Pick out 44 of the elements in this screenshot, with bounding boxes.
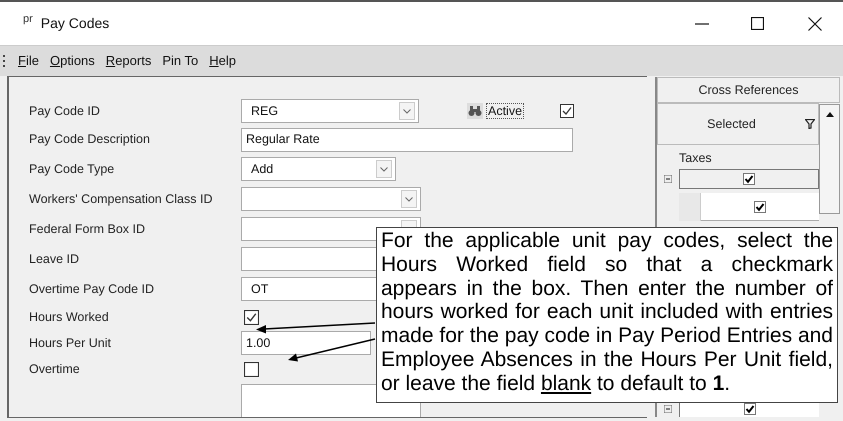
caret-icon: [403, 108, 411, 114]
field-label: Workers' Compensation Class ID: [29, 190, 214, 208]
window-title: Pay Codes: [40, 14, 110, 33]
menu-item[interactable]: Reports: [104, 51, 154, 71]
checkbox[interactable]: [560, 104, 574, 118]
menu-item[interactable]: File: [16, 51, 41, 71]
panel-header: Cross References: [657, 77, 840, 103]
field-label: Pay Code ID: [29, 102, 101, 120]
checkbox[interactable]: [754, 200, 766, 212]
field-label: Overtime: [29, 360, 81, 378]
input-field[interactable]: 1.00: [241, 331, 371, 355]
up-arrow-icon[interactable]: [826, 112, 834, 117]
grip-icon: [3, 55, 6, 67]
filter-header[interactable]: Selected: [657, 103, 819, 145]
collapse-icon[interactable]: [664, 404, 672, 412]
field-label: Pay Code Type: [29, 160, 116, 178]
field-label: Pay Code Description: [29, 131, 151, 148]
field-label: Leave ID: [29, 250, 80, 268]
field-label: Hours Per Unit: [29, 334, 112, 352]
app-icon: pr: [23, 11, 33, 28]
close-icon[interactable]: [808, 16, 822, 30]
checkbox[interactable]: [744, 402, 756, 414]
menu-item[interactable]: Options: [48, 51, 97, 71]
caret-icon: [405, 196, 413, 202]
checkbox-label: Active: [486, 103, 524, 119]
caret-icon: [380, 166, 388, 172]
menu-item[interactable]: Pin To: [160, 51, 200, 71]
filter-icon[interactable]: [805, 119, 815, 129]
checkbox[interactable]: [743, 173, 755, 185]
collapse-icon[interactable]: [664, 175, 672, 183]
field-label: Hours Worked: [29, 308, 110, 326]
dropdown[interactable]: Add: [241, 157, 396, 181]
field-label: Overtime Pay Code ID: [29, 280, 156, 298]
checkbox[interactable]: [244, 310, 259, 324]
scrollbar[interactable]: [819, 104, 840, 214]
menu-item[interactable]: Help: [207, 51, 238, 71]
dropdown[interactable]: REG: [241, 99, 419, 123]
input-field[interactable]: Regular Rate: [241, 128, 573, 152]
callout-tooltip: For the applicable unit pay codes, select the Hours Worked field so that a checkmark appears in the box. Then enter the number of hours worked for each unit included with entries made for the pay code in Pay Period Entries and Employee Absences in the Hours Per Unit field, or leave the field blank to default to 1.: [376, 227, 838, 403]
field-label: Federal Form Box ID: [29, 220, 146, 238]
maximize-icon[interactable]: [751, 17, 764, 30]
binoculars-icon[interactable]: [467, 103, 483, 119]
group-label: Taxes: [679, 150, 712, 167]
checkbox[interactable]: [244, 362, 259, 376]
